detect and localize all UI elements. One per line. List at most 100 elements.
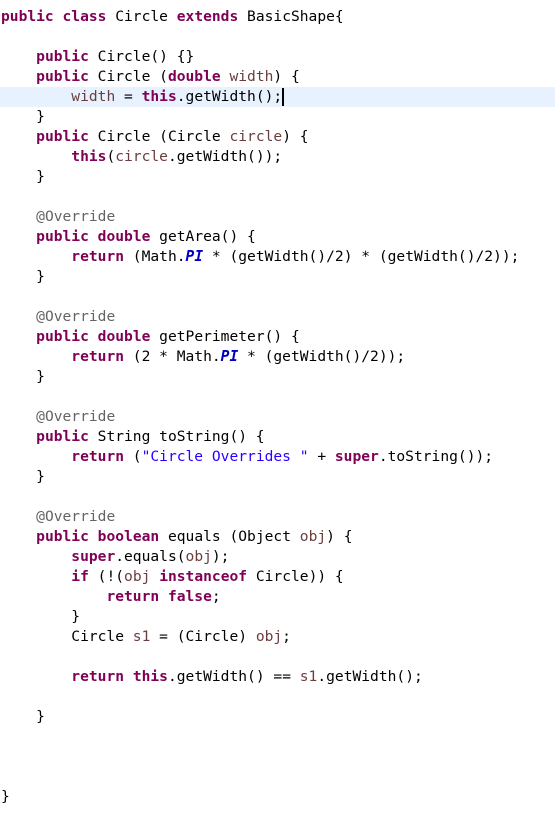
keyword-token: double — [97, 228, 151, 245]
variable-token: obj — [124, 568, 151, 585]
code-text: ( — [124, 448, 142, 465]
code-line[interactable]: public class Circle extends BasicShape{ — [0, 7, 555, 27]
code-line[interactable]: @Override — [0, 507, 555, 527]
code-text: * (getWidth()/2) * (getWidth()/2)); — [203, 248, 520, 265]
code-line[interactable]: public boolean equals (Object obj) { — [0, 527, 555, 547]
variable-token: obj — [299, 528, 327, 545]
keyword-token: super — [71, 548, 116, 565]
variable-token: width — [229, 68, 274, 85]
keyword-token: super — [334, 448, 379, 465]
code-text: Circle — [1, 628, 133, 645]
code-text: ) { — [326, 528, 353, 545]
code-text: Circle (Circle — [88, 128, 230, 145]
code-line[interactable]: this(circle.getWidth()); — [0, 147, 555, 167]
code-line[interactable]: public Circle (Circle circle) { — [0, 127, 555, 147]
code-line[interactable]: public double getPerimeter() { — [0, 327, 555, 347]
code-line[interactable]: @Override — [0, 207, 555, 227]
code-line[interactable]: @Override — [0, 307, 555, 327]
code-line[interactable]: Circle s1 = (Circle) obj; — [0, 627, 555, 647]
code-line[interactable]: if (!(obj instanceof Circle)) { — [0, 567, 555, 587]
code-line[interactable]: public Circle (double width) { — [0, 67, 555, 87]
code-line[interactable]: } — [0, 467, 555, 487]
constant-token: PI — [220, 348, 239, 365]
keyword-token: public — [36, 48, 89, 65]
code-line[interactable] — [0, 287, 555, 307]
keyword-token: boolean — [97, 528, 160, 545]
code-line[interactable]: } — [0, 267, 555, 287]
code-text: } — [1, 168, 45, 185]
code-line[interactable]: } — [0, 787, 555, 807]
code-line[interactable] — [0, 27, 555, 47]
code-text: Circle)) { — [247, 568, 344, 585]
code-text: ) { — [273, 68, 300, 85]
keyword-token: public — [36, 228, 89, 245]
text-cursor — [282, 88, 285, 106]
code-line[interactable] — [0, 767, 555, 787]
code-line[interactable]: } — [0, 707, 555, 727]
code-text: .toString()); — [378, 448, 494, 465]
annotation-token: @Override — [36, 408, 116, 425]
keyword-token: return — [71, 448, 125, 465]
code-line[interactable]: public String toString() { — [0, 427, 555, 447]
code-editor[interactable]: public class Circle extends BasicShape{ … — [0, 7, 555, 807]
code-text: (2 * Math. — [124, 348, 221, 365]
code-text: ) { — [282, 128, 309, 145]
keyword-token: public — [36, 68, 89, 85]
code-line[interactable]: public Circle() {} — [0, 47, 555, 67]
code-line[interactable] — [0, 727, 555, 747]
code-text: .getWidth(); — [176, 88, 283, 105]
code-line[interactable]: } — [0, 107, 555, 127]
code-line[interactable]: super.equals(obj); — [0, 547, 555, 567]
code-line[interactable] — [0, 487, 555, 507]
variable-token: s1 — [299, 668, 318, 685]
code-line[interactable]: @Override — [0, 407, 555, 427]
keyword-token: public — [36, 328, 89, 345]
code-line[interactable]: return ("Circle Overrides " + super.toSt… — [0, 447, 555, 467]
code-text: } — [1, 368, 45, 385]
code-line[interactable]: } — [0, 367, 555, 387]
code-line[interactable]: return false; — [0, 587, 555, 607]
code-line[interactable]: return (2 * Math.PI * (getWidth()/2)); — [0, 347, 555, 367]
variable-token: circle — [115, 148, 168, 165]
constant-token: PI — [185, 248, 204, 265]
code-text: BasicShape{ — [238, 8, 344, 25]
variable-token: obj — [185, 548, 212, 565]
keyword-token: return — [106, 588, 160, 605]
code-text: } — [1, 788, 10, 805]
code-line[interactable] — [0, 747, 555, 767]
keyword-token: public — [1, 8, 54, 25]
code-line-current[interactable]: width = this.getWidth(); — [0, 87, 555, 107]
code-text: } — [1, 108, 45, 125]
keyword-token: false — [167, 588, 212, 605]
keyword-token: public — [36, 128, 89, 145]
code-text: } — [1, 708, 45, 725]
keyword-token: instanceof — [159, 568, 248, 585]
keyword-token: this — [132, 668, 168, 685]
code-line[interactable]: return (Math.PI * (getWidth()/2) * (getW… — [0, 247, 555, 267]
code-line[interactable]: } — [0, 607, 555, 627]
code-line[interactable] — [0, 187, 555, 207]
code-line[interactable]: } — [0, 167, 555, 187]
code-text: ; — [282, 628, 291, 645]
keyword-token: public — [36, 528, 89, 545]
code-line[interactable]: public double getArea() { — [0, 227, 555, 247]
variable-token: circle — [229, 128, 283, 145]
code-text: } — [1, 608, 81, 625]
code-line[interactable]: return this.getWidth() == s1.getWidth(); — [0, 667, 555, 687]
code-line[interactable] — [0, 647, 555, 667]
code-text: equals (Object — [159, 528, 300, 545]
code-line[interactable] — [0, 687, 555, 707]
code-line[interactable] — [0, 387, 555, 407]
code-text: * (getWidth()/2)); — [238, 348, 406, 365]
